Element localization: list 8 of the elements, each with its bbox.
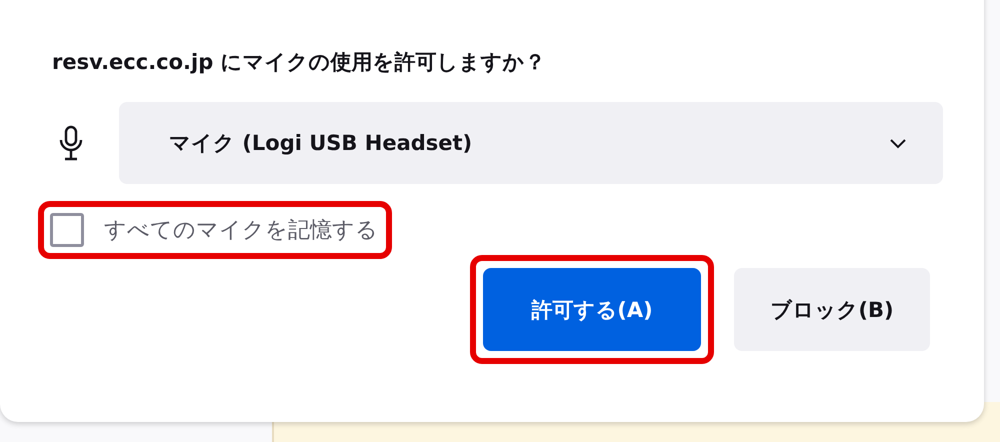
checkbox-label: すべてのマイクを記憶する [104,217,378,245]
block-button[interactable]: ブロック(B) [734,268,930,351]
remember-checkbox[interactable] [50,213,84,247]
device-select[interactable]: マイク (Logi USB Headset) [119,102,943,184]
chevron-icon [889,137,907,149]
prompt-title: resv.ecc.co.jp にマイクの使用を許可しますか？ [52,49,547,76]
allow-button[interactable]: 許可する(A) [483,268,701,351]
microphone-icon [58,125,84,161]
